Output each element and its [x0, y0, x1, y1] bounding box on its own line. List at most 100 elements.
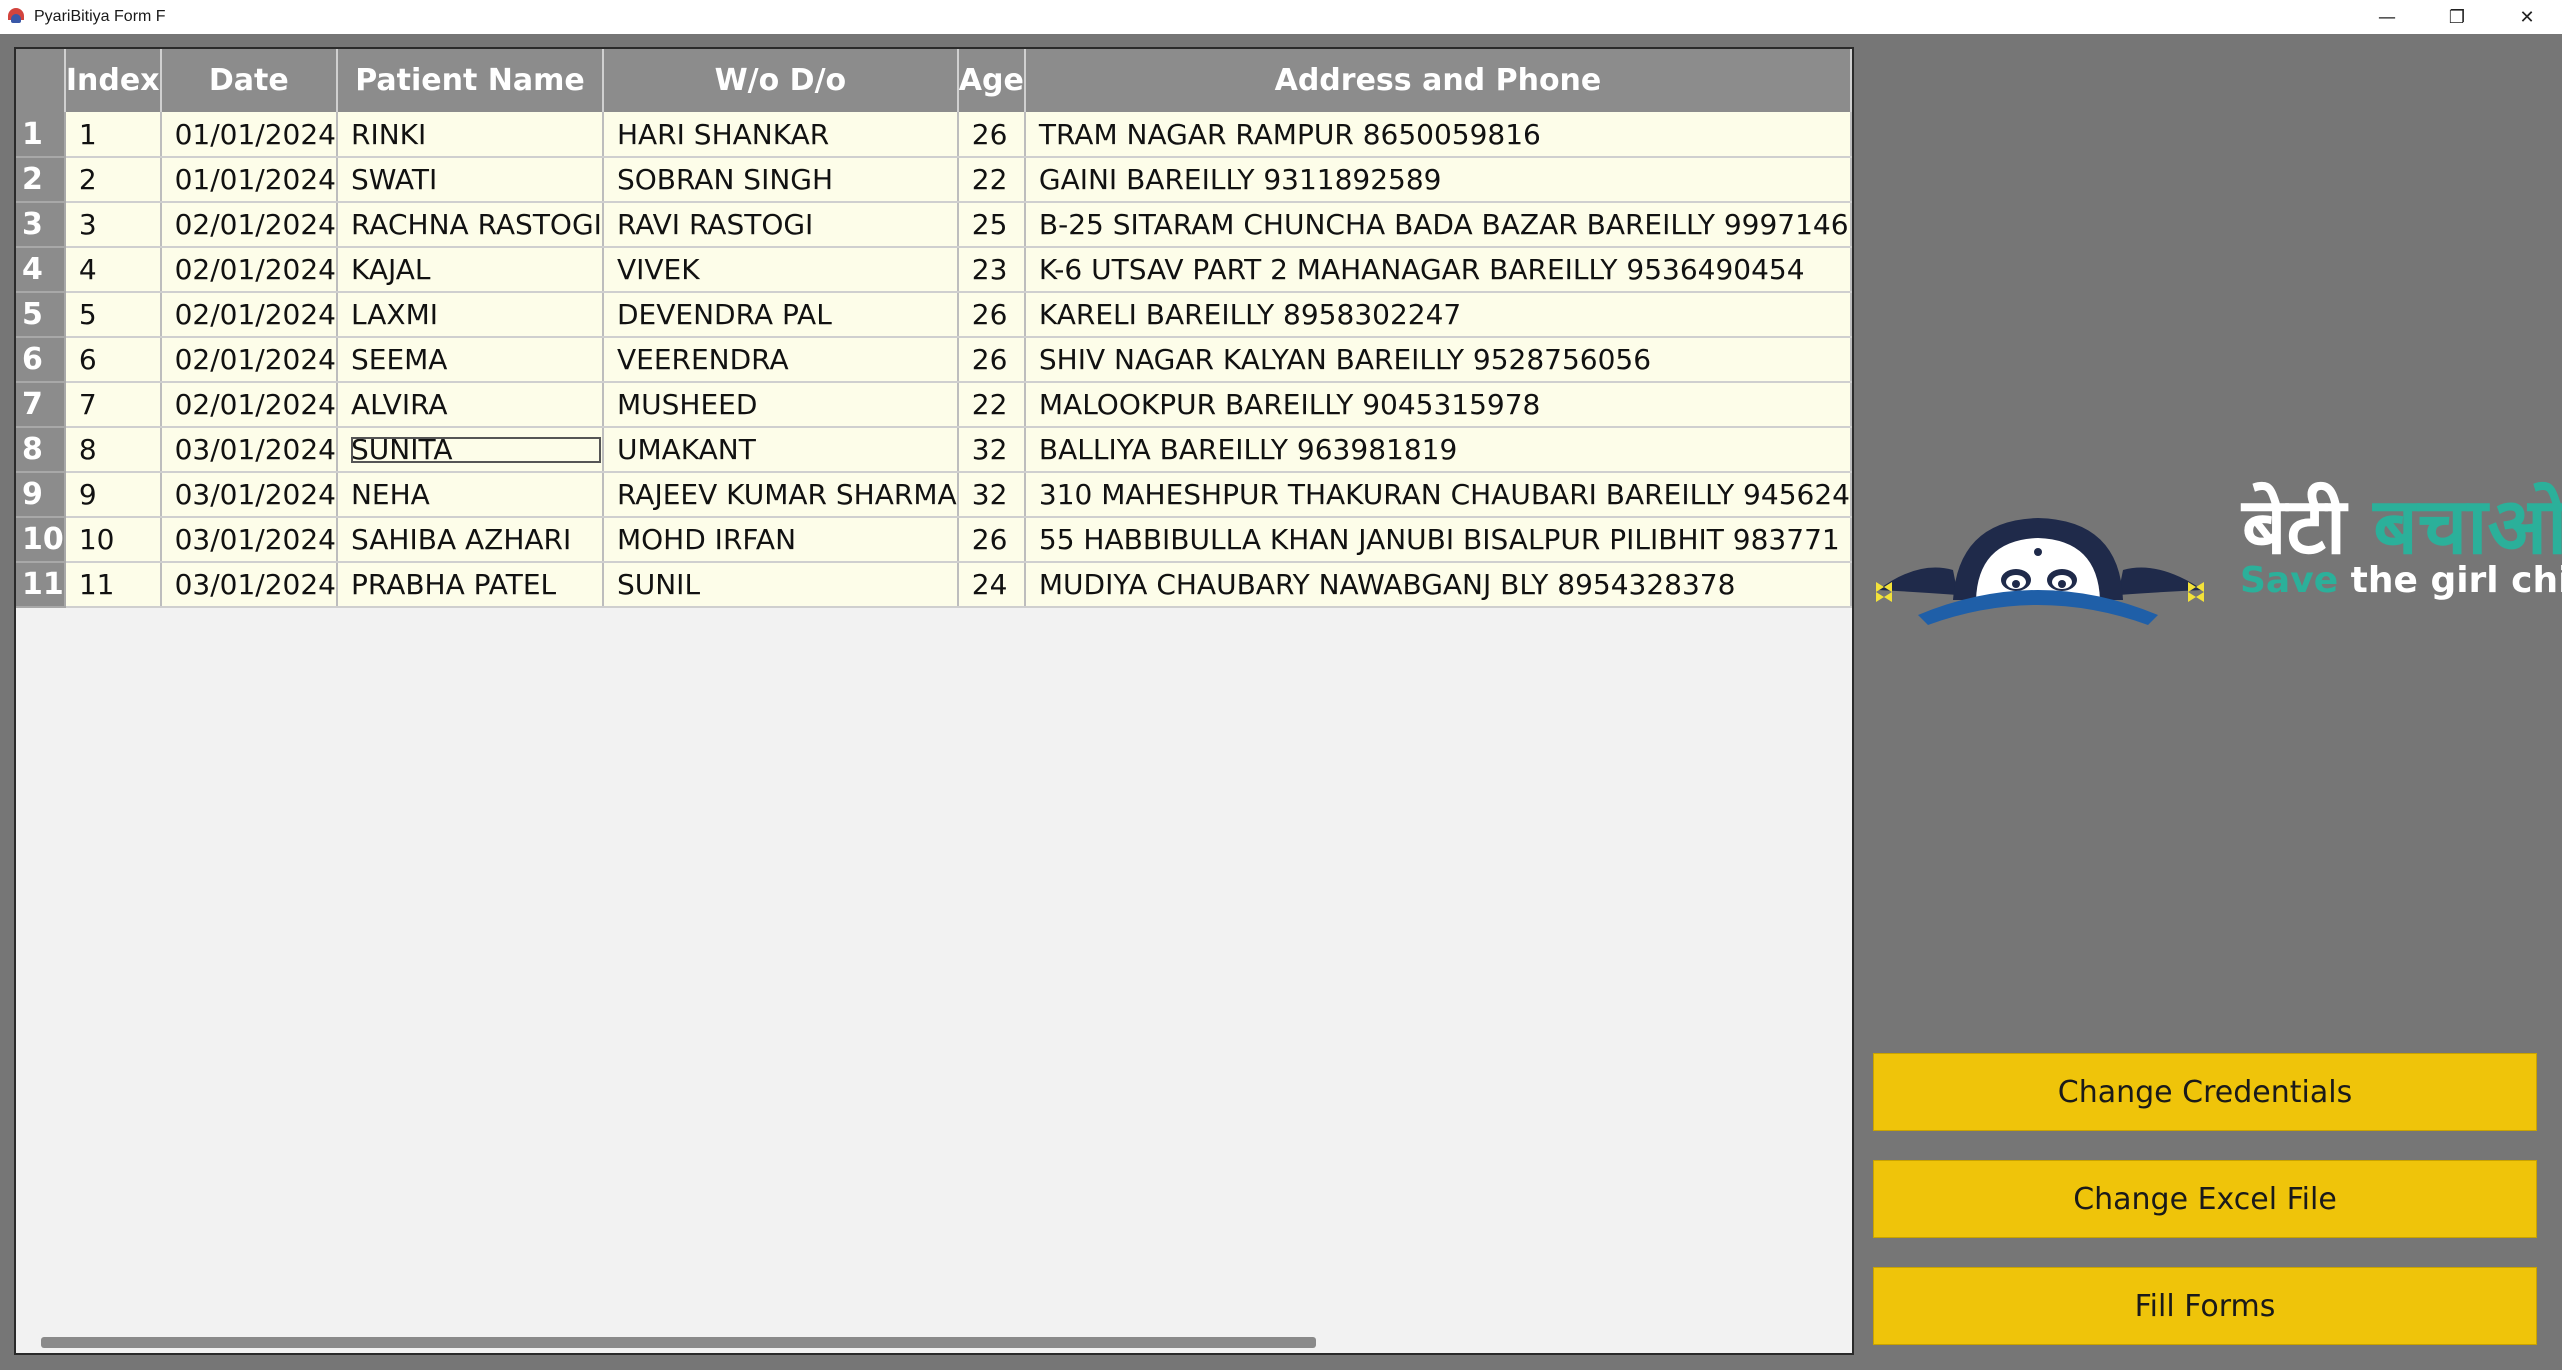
cell-index[interactable]: 6 — [64, 337, 162, 383]
scrollbar-thumb[interactable] — [41, 1337, 1316, 1348]
cell-patient-name[interactable]: LAXMI — [336, 292, 604, 338]
cell-wodo[interactable]: HARI SHANKAR — [602, 112, 959, 158]
cell-date[interactable]: 02/01/2024 — [160, 337, 338, 383]
cell-address[interactable]: B-25 SITARAM CHUNCHA BADA BAZAR BAREILLY… — [1024, 202, 1852, 248]
cell-address[interactable]: SHIV NAGAR KALYAN BAREILLY 9528756056 — [1024, 337, 1852, 383]
restore-button[interactable]: ❐ — [2422, 0, 2492, 34]
cell-age[interactable]: 22 — [957, 382, 1026, 428]
row-number[interactable]: 11 — [16, 562, 66, 608]
row-number[interactable]: 3 — [16, 202, 66, 248]
table-row[interactable]: 2 2 01/01/2024 SWATI SOBRAN SINGH 22 GAINI BAR… — [16, 157, 1852, 203]
cell-wodo[interactable]: MOHD IRFAN — [602, 517, 959, 563]
cell-index[interactable]: 8 — [64, 427, 162, 473]
cell-age[interactable]: 22 — [957, 157, 1026, 203]
cell-date[interactable]: 01/01/2024 — [160, 157, 338, 203]
cell-address[interactable]: TRAM NAGAR RAMPUR 8650059816 — [1024, 112, 1852, 158]
cell-wodo[interactable]: RAVI RASTOGI — [602, 202, 959, 248]
row-number[interactable]: 8 — [16, 427, 66, 473]
cell-address[interactable]: 310 MAHESHPUR THAKURAN CHAUBARI BAREILLY… — [1024, 472, 1852, 518]
table-row[interactable]: 10 10 03/01/2024 SAHIBA AZHARI MOHD IRFAN 26 5… — [16, 517, 1852, 563]
row-number[interactable]: 5 — [16, 292, 66, 338]
cell-patient-name[interactable]: RACHNA RASTOGI — [336, 202, 604, 248]
cell-date[interactable]: 03/01/2024 — [160, 472, 338, 518]
cell-index[interactable]: 4 — [64, 247, 162, 293]
cell-address[interactable]: BALLIYA BAREILLY 963981819 — [1024, 427, 1852, 473]
row-number[interactable]: 9 — [16, 472, 66, 518]
fill-forms-button[interactable]: Fill Forms — [1873, 1267, 2537, 1345]
cell-address[interactable]: 55 HABBIBULLA KHAN JANUBI BISALPUR PILIB… — [1024, 517, 1852, 563]
cell-date[interactable]: 02/01/2024 — [160, 292, 338, 338]
column-header-patient-name[interactable]: Patient Name — [336, 49, 604, 112]
table-row[interactable]: 4 4 02/01/2024 KAJAL VIVEK 23 K-6 UTSAV PART 2… — [16, 247, 1852, 293]
cell-address[interactable]: K-6 UTSAV PART 2 MAHANAGAR BAREILLY 9536… — [1024, 247, 1852, 293]
row-number[interactable]: 1 — [16, 112, 66, 158]
cell-age[interactable]: 26 — [957, 112, 1026, 158]
table-row[interactable]: 3 3 02/01/2024 RACHNA RASTOGI RAVI RASTOGI 25… — [16, 202, 1852, 248]
cell-index[interactable]: 1 — [64, 112, 162, 158]
cell-patient-name[interactable]: RINKI — [336, 112, 604, 158]
cell-age[interactable]: 24 — [957, 562, 1026, 608]
column-header-index[interactable]: Index — [64, 49, 162, 112]
cell-date[interactable]: 03/01/2024 — [160, 427, 338, 473]
cell-patient-name[interactable]: NEHA — [336, 472, 604, 518]
table-corner[interactable] — [16, 49, 66, 112]
cell-patient-name[interactable]: KAJAL — [336, 247, 604, 293]
cell-index[interactable]: 11 — [64, 562, 162, 608]
cell-age[interactable]: 32 — [957, 427, 1026, 473]
cell-index[interactable]: 7 — [64, 382, 162, 428]
cell-wodo[interactable]: SOBRAN SINGH — [602, 157, 959, 203]
cell-wodo[interactable]: MUSHEED — [602, 382, 959, 428]
cell-wodo[interactable]: RAJEEV KUMAR SHARMA — [602, 472, 959, 518]
cell-date[interactable]: 01/01/2024 — [160, 112, 338, 158]
cell-patient-name[interactable]: PRABHA PATEL — [336, 562, 604, 608]
cell-date[interactable]: 03/01/2024 — [160, 517, 338, 563]
table-row[interactable]: 9 9 03/01/2024 NEHA RAJEEV KUMAR SHARMA 32 310… — [16, 472, 1852, 518]
cell-patient-name[interactable]: SEEMA — [336, 337, 604, 383]
table-row[interactable]: 7 7 02/01/2024 ALVIRA MUSHEED 22 MALOOKPUR BAR… — [16, 382, 1852, 428]
cell-patient-name[interactable]: ALVIRA — [336, 382, 604, 428]
cell-age[interactable]: 26 — [957, 292, 1026, 338]
cell-date[interactable]: 03/01/2024 — [160, 562, 338, 608]
cell-wodo[interactable]: VIVEK — [602, 247, 959, 293]
row-number[interactable]: 6 — [16, 337, 66, 383]
change-excel-file-button[interactable]: Change Excel File — [1873, 1160, 2537, 1238]
cell-index[interactable]: 5 — [64, 292, 162, 338]
cell-address[interactable]: KARELI BAREILLY 8958302247 — [1024, 292, 1852, 338]
cell-age[interactable]: 26 — [957, 337, 1026, 383]
cell-wodo[interactable]: SUNIL — [602, 562, 959, 608]
cell-index[interactable]: 9 — [64, 472, 162, 518]
cell-date[interactable]: 02/01/2024 — [160, 247, 338, 293]
table-row[interactable]: 8 8 03/01/2024 SUNITA UMAKANT 32 BALLIYA BAREI… — [16, 427, 1852, 473]
cell-age[interactable]: 23 — [957, 247, 1026, 293]
column-header-wodo[interactable]: W/o D/o — [602, 49, 959, 112]
row-number[interactable]: 4 — [16, 247, 66, 293]
row-number[interactable]: 10 — [16, 517, 66, 563]
cell-date[interactable]: 02/01/2024 — [160, 202, 338, 248]
cell-index[interactable]: 3 — [64, 202, 162, 248]
cell-editor[interactable]: SUNITA — [350, 436, 601, 464]
row-number[interactable]: 2 — [16, 157, 66, 203]
row-number[interactable]: 7 — [16, 382, 66, 428]
cell-wodo[interactable]: VEERENDRA — [602, 337, 959, 383]
cell-wodo[interactable]: DEVENDRA PAL — [602, 292, 959, 338]
close-button[interactable]: ✕ — [2492, 0, 2562, 34]
horizontal-scrollbar[interactable] — [16, 1331, 1852, 1353]
change-credentials-button[interactable]: Change Credentials — [1873, 1053, 2537, 1131]
cell-patient-name[interactable]: SUNITA — [336, 427, 604, 473]
cell-date[interactable]: 02/01/2024 — [160, 382, 338, 428]
cell-age[interactable]: 32 — [957, 472, 1026, 518]
cell-index[interactable]: 10 — [64, 517, 162, 563]
cell-address[interactable]: MALOOKPUR BAREILLY 9045315978 — [1024, 382, 1852, 428]
cell-patient-name[interactable]: SAHIBA AZHARI — [336, 517, 604, 563]
column-header-address[interactable]: Address and Phone — [1024, 49, 1852, 112]
table-row[interactable]: 1 1 01/01/2024 RINKI HARI SHANKAR 26 TRAM NAGA… — [16, 112, 1852, 158]
table-row[interactable]: 6 6 02/01/2024 SEEMA VEERENDRA 26 SHIV NAGAR K… — [16, 337, 1852, 383]
cell-age[interactable]: 25 — [957, 202, 1026, 248]
column-header-age[interactable]: Age — [957, 49, 1026, 112]
cell-index[interactable]: 2 — [64, 157, 162, 203]
column-header-date[interactable]: Date — [160, 49, 338, 112]
cell-patient-name[interactable]: SWATI — [336, 157, 604, 203]
cell-address[interactable]: GAINI BAREILLY 9311892589 — [1024, 157, 1852, 203]
cell-age[interactable]: 26 — [957, 517, 1026, 563]
table-row[interactable]: 11 11 03/01/2024 PRABHA PATEL SUNIL 24 MUDIYA … — [16, 562, 1852, 608]
